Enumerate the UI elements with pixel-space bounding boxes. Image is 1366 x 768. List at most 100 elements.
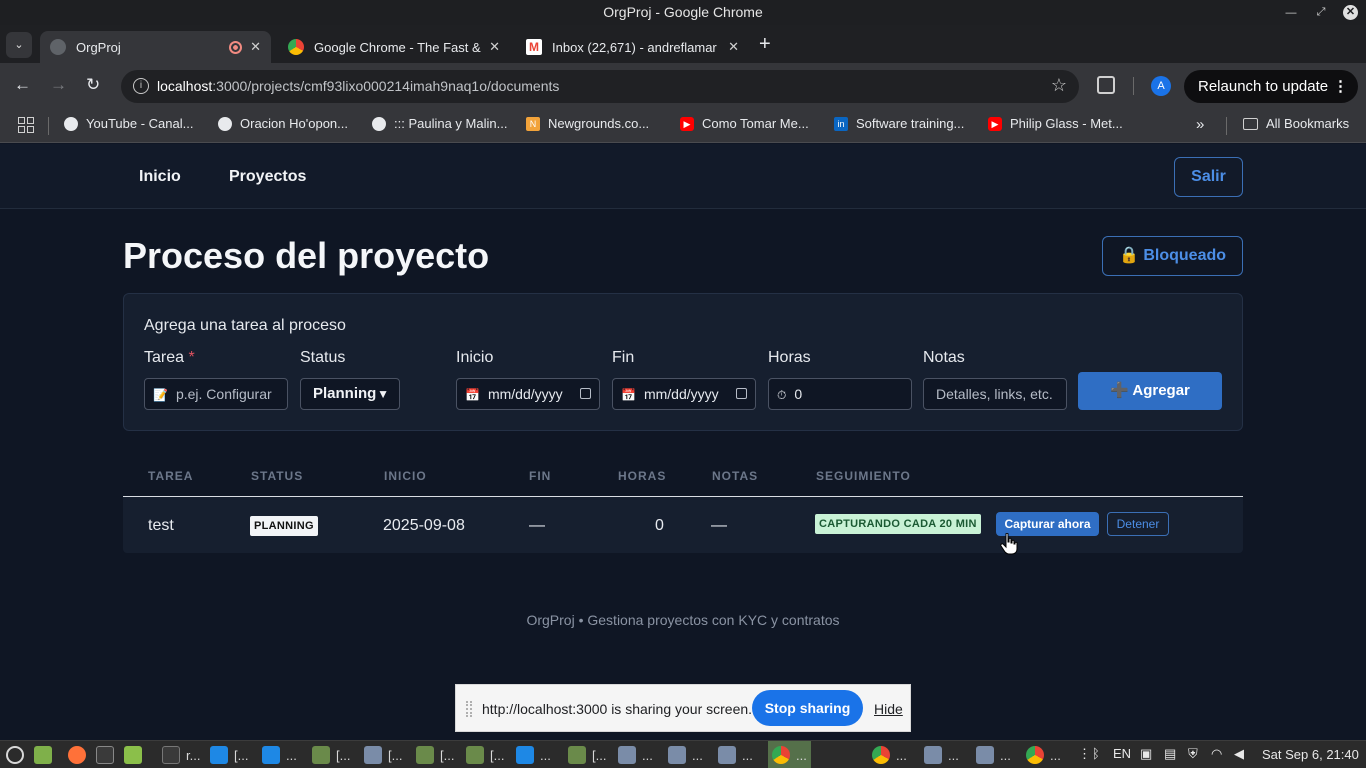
status-select[interactable]: Planning ▼ bbox=[300, 378, 400, 410]
bookmark-star-icon[interactable]: ☆ bbox=[1051, 75, 1067, 96]
wifi-icon[interactable]: ◠ bbox=[1211, 746, 1222, 762]
bookmark-item[interactable]: YouTube - Canal... bbox=[64, 116, 193, 131]
volume-icon[interactable]: ◀ bbox=[1234, 746, 1244, 762]
close-tab-icon[interactable]: ✕ bbox=[250, 39, 261, 55]
apps-grid-icon[interactable] bbox=[18, 117, 34, 133]
profile-avatar[interactable]: A bbox=[1151, 76, 1171, 96]
taskbar-window[interactable]: ... bbox=[668, 745, 703, 765]
taskbar-window-label: ... bbox=[796, 747, 807, 763]
chrome-icon bbox=[1026, 746, 1044, 764]
keyboard-layout[interactable]: EN bbox=[1113, 746, 1131, 761]
date-picker-icon[interactable] bbox=[736, 388, 747, 399]
site-info-icon[interactable]: i bbox=[133, 78, 149, 94]
new-tab-icon[interactable]: + bbox=[759, 33, 771, 56]
task-input[interactable]: 📝 p.ej. Configurar bbox=[144, 378, 288, 410]
bookmark-item[interactable]: N Newgrounds.co... bbox=[526, 116, 649, 131]
close-window-icon[interactable]: ✕ bbox=[1343, 5, 1358, 20]
notes-placeholder: Detalles, links, etc. bbox=[936, 386, 1053, 402]
forward-icon[interactable]: → bbox=[50, 75, 67, 95]
taskbar-window[interactable]: ... bbox=[618, 745, 653, 765]
share-notice-text: http://localhost:3000 is sharing your sc… bbox=[482, 701, 753, 717]
more-bookmarks-icon[interactable]: » bbox=[1196, 116, 1204, 133]
screenshot-icon[interactable]: ▣ bbox=[1140, 746, 1152, 762]
tracking-badge: CAPTURANDO CADA 20 MIN bbox=[815, 514, 981, 534]
nav-projects-link[interactable]: Proyectos bbox=[229, 168, 306, 186]
camera-icon bbox=[976, 746, 994, 764]
extensions-icon[interactable] bbox=[1097, 76, 1115, 94]
close-tab-icon[interactable]: ✕ bbox=[489, 39, 500, 55]
relaunch-button[interactable]: Relaunch to update ⋮ bbox=[1184, 70, 1358, 103]
start-date-input[interactable]: 📅 mm/dd/yyyy bbox=[456, 378, 600, 410]
taskbar-window[interactable]: [... bbox=[364, 745, 402, 765]
column-header-hours: HORAS bbox=[618, 469, 667, 483]
taskbar-window[interactable]: ... bbox=[976, 745, 1011, 765]
taskbar-window[interactable]: ... bbox=[872, 745, 907, 765]
taskbar-window[interactable]: [... bbox=[568, 745, 606, 765]
taskbar-window-active[interactable]: ... bbox=[768, 741, 811, 768]
tab-gmail[interactable]: M Inbox (22,671) - andreflamar ✕ bbox=[516, 31, 749, 63]
taskbar-window[interactable]: [... bbox=[416, 745, 454, 765]
taskbar-window[interactable]: ... bbox=[718, 745, 753, 765]
tab-orgproj[interactable]: OrgProj ✕ bbox=[40, 31, 271, 63]
end-date-cell: — bbox=[529, 517, 545, 534]
back-icon[interactable]: ← bbox=[14, 75, 31, 95]
taskbar-window-label: ... bbox=[540, 747, 551, 763]
reload-icon[interactable]: ↻ bbox=[86, 75, 100, 95]
add-task-button[interactable]: ➕ Agregar bbox=[1078, 372, 1222, 410]
globe-icon bbox=[64, 116, 78, 131]
end-date-input[interactable]: 📅 mm/dd/yyyy bbox=[612, 378, 756, 410]
drag-handle-icon[interactable] bbox=[466, 701, 472, 717]
clipboard-icon[interactable]: ▤ bbox=[1164, 746, 1176, 762]
taskbar-window[interactable]: [... bbox=[210, 745, 248, 765]
taskbar-window[interactable]: ... bbox=[516, 745, 551, 765]
youtube-icon: ▶ bbox=[988, 116, 1002, 131]
maximize-icon[interactable]: ⤢ bbox=[1313, 6, 1329, 19]
firefox-icon[interactable] bbox=[68, 745, 86, 765]
taskbar-window[interactable]: [... bbox=[312, 745, 350, 765]
terminal-icon[interactable] bbox=[96, 745, 114, 765]
taskbar-window[interactable]: ... bbox=[262, 745, 297, 765]
minimize-icon[interactable]: — bbox=[1283, 7, 1299, 19]
bluetooth-icon[interactable]: ᛒ bbox=[1092, 746, 1100, 761]
bookmark-item[interactable]: ▶ Philip Glass - Met... bbox=[988, 116, 1123, 131]
url-text[interactable]: localhost:3000/projects/cmf93lixo000214i… bbox=[157, 78, 559, 94]
bookmark-item[interactable]: ▶ Como Tomar Me... bbox=[680, 116, 809, 131]
chrome-icon bbox=[772, 746, 790, 764]
shield-icon[interactable]: ⛨ bbox=[1188, 746, 1198, 762]
taskbar-window[interactable]: ... bbox=[924, 745, 959, 765]
start-menu-icon[interactable] bbox=[6, 745, 24, 765]
nav-home-link[interactable]: Inicio bbox=[139, 168, 181, 186]
form-title: Agrega una tarea al proceso bbox=[144, 317, 346, 334]
taskbar-window[interactable]: r... bbox=[162, 745, 200, 765]
address-bar[interactable]: i localhost:3000/projects/cmf93lixo00021… bbox=[121, 70, 1079, 103]
tab-search-icon[interactable]: ⌄ bbox=[6, 32, 32, 58]
camera-icon bbox=[364, 746, 382, 764]
show-desktop-icon[interactable] bbox=[34, 745, 52, 765]
end-label: Fin bbox=[612, 349, 635, 366]
all-bookmarks-button[interactable]: All Bookmarks bbox=[1243, 116, 1349, 131]
taskbar-window[interactable]: [... bbox=[466, 745, 504, 765]
toolbar-divider bbox=[1133, 77, 1134, 95]
notes-input[interactable]: Detalles, links, etc. bbox=[923, 378, 1067, 410]
taskbar-window-label: ... bbox=[948, 747, 959, 763]
taskbar-clock[interactable]: Sat Sep 6, 21:40 bbox=[1262, 747, 1359, 762]
taskbar-window[interactable]: ... bbox=[1026, 745, 1061, 765]
bookmark-item[interactable]: ::: Paulina y Malin... bbox=[372, 116, 507, 131]
hide-share-bar-link[interactable]: Hide bbox=[874, 701, 903, 717]
stop-tracking-button[interactable]: Detener bbox=[1107, 512, 1169, 536]
camera-icon bbox=[924, 746, 942, 764]
bookmark-item[interactable]: Oracion Ho'opon... bbox=[218, 116, 348, 131]
logout-button[interactable]: Salir bbox=[1174, 157, 1243, 197]
taskbar-window-label: ... bbox=[286, 747, 297, 763]
bookmark-label: Philip Glass - Met... bbox=[1010, 116, 1123, 131]
hours-input[interactable]: ⏱ 0 bbox=[768, 378, 912, 410]
bookmark-item[interactable]: in Software training... bbox=[834, 116, 964, 131]
locked-button[interactable]: 🔒 Bloqueado bbox=[1102, 236, 1243, 276]
files-icon[interactable] bbox=[124, 745, 142, 765]
chrome-icon bbox=[872, 746, 890, 764]
close-tab-icon[interactable]: ✕ bbox=[728, 39, 739, 55]
hours-cell: 0 bbox=[655, 517, 664, 534]
stop-sharing-button[interactable]: Stop sharing bbox=[752, 690, 863, 726]
tab-google-chrome[interactable]: Google Chrome - The Fast & ✕ bbox=[278, 31, 510, 63]
date-picker-icon[interactable] bbox=[580, 388, 591, 399]
